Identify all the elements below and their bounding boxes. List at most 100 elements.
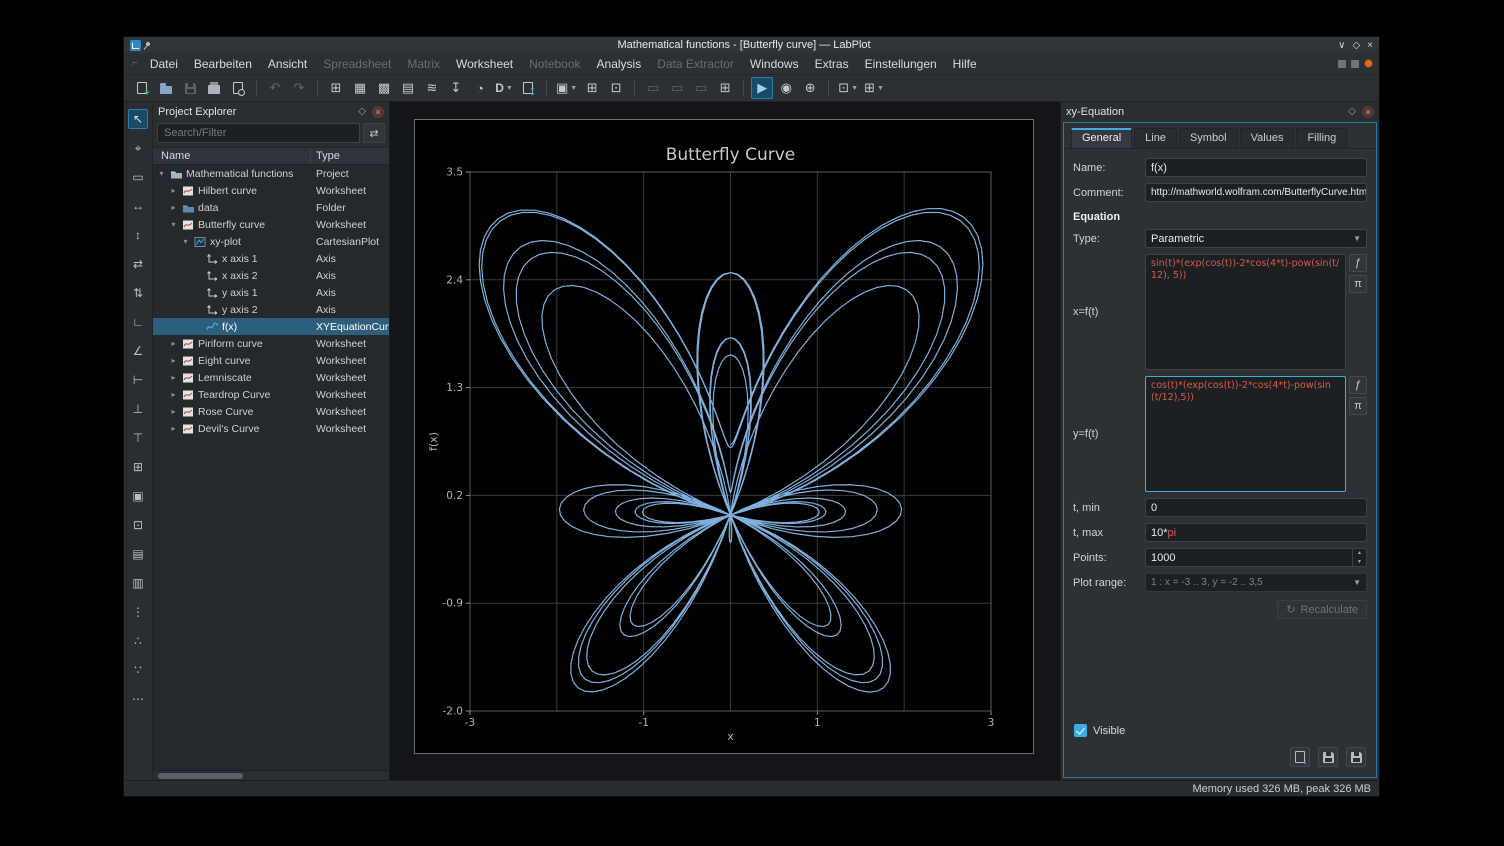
column-type[interactable]: Type (311, 150, 389, 162)
points-spin-up[interactable]: ▲ (1353, 549, 1366, 558)
titlebar[interactable]: Mathematical functions - [Butterfly curv… (124, 37, 1379, 53)
export-button[interactable] (517, 77, 539, 99)
column-name[interactable]: Name (153, 148, 311, 164)
name-field[interactable]: f(x) (1145, 158, 1367, 177)
tool-add-spreadsheet-button[interactable]: ▤ (128, 544, 148, 564)
menu-item-analysis[interactable]: Analysis (589, 54, 650, 74)
load-function-button[interactable] (1290, 747, 1310, 767)
tree-row-eight-curve[interactable]: ▸Eight curveWorksheet (153, 352, 389, 369)
tree-row-f-x[interactable]: f(x)XYEquationCurve (153, 318, 389, 335)
tmin-field[interactable]: 0 (1145, 498, 1367, 517)
expander-icon[interactable]: ▸ (168, 373, 179, 382)
expander-icon[interactable]: ▸ (168, 186, 179, 195)
lock-icon[interactable] (1351, 60, 1359, 68)
tool-add-axis-button[interactable]: ⊢ (128, 370, 148, 390)
tree-row-rose-curve[interactable]: ▸Rose CurveWorksheet (153, 403, 389, 420)
crosshair-mode-button[interactable]: ⊕ (799, 77, 821, 99)
explorer-float-button[interactable]: ◇ (358, 106, 366, 117)
tool-add-matrix-button[interactable]: ▥ (128, 573, 148, 593)
tool-shift-x-button[interactable]: ⇄ (128, 254, 148, 274)
filter-options-button[interactable]: ⇄ (363, 123, 385, 143)
notification-icon[interactable] (1364, 59, 1373, 68)
tree-row-data[interactable]: ▸dataFolder (153, 199, 389, 216)
tool-add-custom-point-button[interactable]: ⋮ (128, 602, 148, 622)
dock-close-button[interactable]: × (1362, 106, 1374, 118)
menu-item-extras[interactable]: Extras (807, 54, 857, 74)
new-workbook-button[interactable]: ⊞ (325, 77, 347, 99)
window-maximize-button[interactable]: ◇ (1352, 40, 1360, 51)
expander-icon[interactable]: ▸ (168, 424, 179, 433)
tab-line[interactable]: Line (1134, 128, 1177, 148)
import-from-file-button[interactable]: ↧ (445, 77, 467, 99)
panel-icon[interactable] (1338, 60, 1346, 68)
new-live-data-source-button[interactable]: ≋ (421, 77, 443, 99)
open-project-button[interactable] (155, 77, 177, 99)
worksheet-view[interactable]: -3-1133.52.41.30.2-0.9-2.0Butterfly Curv… (390, 102, 1061, 780)
checkbox-checked-icon[interactable] (1074, 724, 1087, 737)
menu-item-windows[interactable]: Windows (742, 54, 807, 74)
add-plot-element-button[interactable]: ⊞ (581, 77, 603, 99)
insert-function-button[interactable]: ƒ (1349, 254, 1367, 272)
tool-add-reference-range-button[interactable]: ∵ (128, 660, 148, 680)
menu-item-ansicht[interactable]: Ansicht (260, 54, 315, 74)
menu-item-datei[interactable]: Datei (142, 54, 186, 74)
explorer-close-button[interactable]: × (372, 106, 384, 118)
new-project-button[interactable] (131, 77, 153, 99)
type-combobox[interactable]: Parametric ▼ (1145, 229, 1367, 248)
magnification-button[interactable]: ⊞▼ (862, 77, 886, 99)
tool-zoom-select-button[interactable]: ▭ (128, 167, 148, 187)
add-text-label-button[interactable]: ⊡ (605, 77, 627, 99)
new-plot-button[interactable]: ▣▼ (554, 77, 579, 99)
save-function-button[interactable] (1318, 747, 1338, 767)
tree-row-x-axis-1[interactable]: x axis 1Axis (153, 250, 389, 267)
tree-row-x-axis-2[interactable]: x axis 2Axis (153, 267, 389, 284)
expander-icon[interactable]: ▸ (168, 339, 179, 348)
insert-constant-button-y[interactable]: π (1349, 397, 1367, 415)
tool-add-reference-line-button[interactable]: ∴ (128, 631, 148, 651)
tree-row-xy-plot[interactable]: ▾xy-plotCartesianPlot (153, 233, 389, 250)
tree-row-hilbert-curve[interactable]: ▸Hilbert curveWorksheet (153, 182, 389, 199)
arrange-layout-button[interactable]: ⊞ (714, 77, 736, 99)
worksheet-page[interactable]: -3-1133.52.41.30.2-0.9-2.0Butterfly Curv… (414, 119, 1034, 754)
navigate-mode-button[interactable]: ▶ (751, 77, 773, 99)
menu-item-einstellungen[interactable]: Einstellungen (857, 54, 945, 74)
expander-icon[interactable]: ▸ (168, 203, 179, 212)
tool-measure-button[interactable]: ∟ (128, 312, 148, 332)
zoom-mode-button[interactable]: ⊡▼ (836, 77, 860, 99)
window-close-button[interactable]: × (1367, 40, 1373, 51)
new-spreadsheet-button[interactable]: ▦ (349, 77, 371, 99)
tmax-field[interactable]: 10* pi (1145, 523, 1367, 542)
expander-icon[interactable]: ▾ (156, 169, 167, 178)
tool-select-button[interactable]: ↖ (128, 109, 148, 129)
tool-shift-y-button[interactable]: ⇅ (128, 283, 148, 303)
search-input[interactable] (157, 123, 360, 143)
new-worksheet-button[interactable]: ▤ (397, 77, 419, 99)
print-button[interactable] (203, 77, 225, 99)
tree-row-mathematical-functions[interactable]: ▾Mathematical functionsProject (153, 165, 389, 182)
tool-add-info-element-button[interactable]: ⋯ (128, 689, 148, 709)
y-equation-input[interactable]: cos(t)*(exp(cos(t))-2*cos(4*t)-pow(sin(t… (1145, 376, 1346, 492)
tab-values[interactable]: Values (1240, 128, 1295, 148)
tree-column-header[interactable]: Name Type (153, 147, 389, 165)
tab-filling[interactable]: Filling (1296, 128, 1347, 148)
tool-zoom-x-select-button[interactable]: ↔ (128, 196, 148, 216)
comment-field[interactable]: http://mathworld.wolfram.com/ButterflyCu… (1145, 183, 1367, 202)
menu-item-worksheet[interactable]: Worksheet (448, 54, 521, 74)
new-matrix-button[interactable]: ▩ (373, 77, 395, 99)
color-picker-button[interactable]: ◔ (469, 77, 491, 99)
tool-add-y-axis-button[interactable]: ⊤ (128, 428, 148, 448)
dock-float-button[interactable]: ◇ (1348, 106, 1356, 117)
tool-add-x-axis-button[interactable]: ⊥ (128, 399, 148, 419)
menu-item-bearbeiten[interactable]: Bearbeiten (186, 54, 260, 74)
points-spinbox[interactable]: 1000 ▲ ▼ (1145, 548, 1367, 567)
tree-row-y-axis-1[interactable]: y axis 1Axis (153, 284, 389, 301)
new-notebook-button[interactable]: D▼ (493, 77, 515, 99)
tree-row-teardrop-curve[interactable]: ▸Teardrop CurveWorksheet (153, 386, 389, 403)
tree-row-piriform-curve[interactable]: ▸Piriform curveWorksheet (153, 335, 389, 352)
expander-icon[interactable]: ▸ (168, 407, 179, 416)
tree-row-butterfly-curve[interactable]: ▾Butterfly curveWorksheet (153, 216, 389, 233)
tab-symbol[interactable]: Symbol (1179, 128, 1238, 148)
insert-function-button-y[interactable]: ƒ (1349, 376, 1367, 394)
tool-measure-angle-button[interactable]: ∠ (128, 341, 148, 361)
print-preview-button[interactable] (227, 77, 249, 99)
